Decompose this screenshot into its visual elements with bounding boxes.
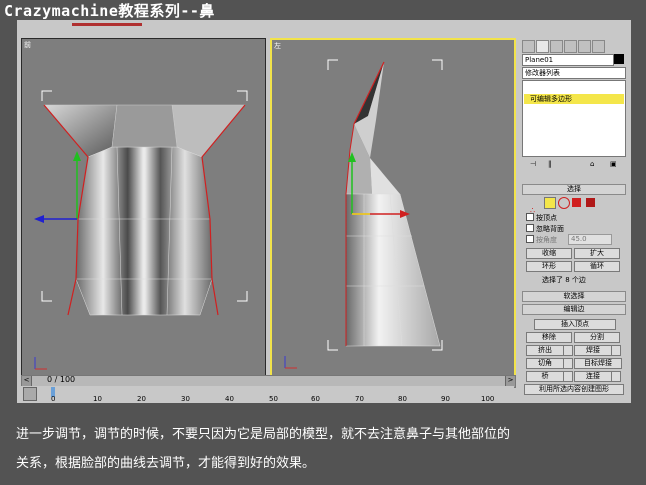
ruler-tick-50: 50 [269, 395, 278, 403]
weld-button[interactable]: 焊接 [574, 345, 612, 356]
show-end-result-icon[interactable]: ‖ [548, 160, 552, 168]
ring-button[interactable]: 环形 [526, 261, 572, 272]
target-weld-button[interactable]: 目标焊接 [574, 358, 622, 369]
timeline-ruler[interactable]: 0 10 20 30 40 50 60 70 80 90 100 [21, 386, 514, 403]
chamfer-settings-button[interactable] [563, 358, 573, 369]
by-vertex-checkbox[interactable] [526, 213, 534, 221]
ruler-tick-10: 10 [93, 395, 102, 403]
front-viewport[interactable]: 前 [21, 38, 266, 377]
motion-tab-icon[interactable] [564, 40, 577, 53]
modifier-stack: 可编辑多边形 [522, 80, 626, 157]
left-nose-mesh [284, 59, 443, 369]
shrink-button[interactable]: 收缩 [526, 248, 572, 259]
caption-line-1: 进一步调节，调节的时候，不要只因为它是局部的模型，就不去注意鼻子与其他部位的 [16, 427, 511, 442]
selection-rollout-header[interactable]: 选择 [522, 184, 626, 195]
modifier-list-dropdown[interactable]: 修改器列表 [522, 67, 626, 79]
ignore-backfacing-checkbox[interactable] [526, 224, 534, 232]
hierarchy-tab-icon[interactable] [550, 40, 563, 53]
vertex-mode-icon[interactable]: ∴ [530, 198, 540, 215]
front-nose-mesh [34, 90, 248, 370]
chamfer-button[interactable]: 切角 [526, 358, 564, 369]
modify-tab-icon[interactable] [536, 40, 549, 53]
strip-marker [72, 23, 142, 26]
ruler-tick-40: 40 [225, 395, 234, 403]
display-tab-icon[interactable] [578, 40, 591, 53]
create-shape-button[interactable]: 利用所选内容创建图形 [524, 384, 624, 395]
ruler-tick-100: 100 [481, 395, 495, 403]
by-angle-label: 按角度 [536, 236, 557, 244]
tutorial-title: Crazymachine教程系列--鼻 [4, 2, 215, 20]
extrude-button[interactable]: 挤出 [526, 345, 564, 356]
insert-vertex-button[interactable]: 插入顶点 [534, 319, 616, 330]
polygon-mode-icon[interactable] [572, 198, 581, 207]
left-viewport[interactable]: 左 [270, 38, 516, 377]
pin-stack-icon[interactable]: ⊣ [530, 160, 536, 168]
bridge-settings-button[interactable] [563, 371, 573, 382]
remove-button[interactable]: 移除 [526, 332, 572, 343]
soft-selection-rollout-header[interactable]: 软选择 [522, 291, 626, 302]
caption-line-2: 关系，根据脸部的曲线去调节，才能得到好的效果。 [16, 456, 316, 471]
connect-button[interactable]: 连接 [574, 371, 612, 382]
command-panel: Plane01 修改器列表 可编辑多边形 ⊣ ‖ ⌂ ▣ 选择 ∴ 按顶点 忽略… [520, 38, 629, 400]
ruler-tick-90: 90 [441, 395, 450, 403]
edge-mode-icon[interactable] [544, 197, 556, 209]
grow-button[interactable]: 扩大 [574, 248, 620, 259]
ignore-backfacing-label: 忽略背面 [536, 225, 564, 233]
ruler-tick-30: 30 [181, 395, 190, 403]
selection-status: 选择了 8 个边 [542, 276, 586, 284]
border-mode-icon[interactable] [558, 197, 570, 209]
ruler-tick-0: 0 [51, 395, 56, 403]
weld-settings-button[interactable] [611, 345, 621, 356]
ruler-tick-70: 70 [355, 395, 364, 403]
angle-spinner[interactable]: 45.0 [568, 234, 612, 245]
key-mode-icon[interactable] [23, 387, 37, 401]
object-color-swatch[interactable] [614, 54, 624, 64]
ruler-tick-60: 60 [311, 395, 320, 403]
frame-counter: 0 / 100 [47, 375, 76, 384]
edit-edges-rollout-header[interactable]: 编辑边 [522, 304, 626, 315]
loop-button[interactable]: 循环 [574, 261, 620, 272]
connect-settings-button[interactable] [611, 371, 621, 382]
configure-sets-icon[interactable]: ▣ [610, 160, 617, 168]
stack-item-editable-poly[interactable]: 可编辑多边形 [524, 94, 624, 104]
3dsmax-window: 前 左 < > 0 / 100 0 10 20 30 40 50 60 70 8… [17, 20, 631, 403]
by-vertex-label: 按顶点 [536, 214, 557, 222]
object-name-field[interactable]: Plane01 [522, 54, 614, 66]
viewport-toolbar-strip [17, 20, 520, 38]
extrude-settings-button[interactable] [563, 345, 573, 356]
bridge-button[interactable]: 桥 [526, 371, 564, 382]
split-button[interactable]: 分割 [574, 332, 620, 343]
utilities-tab-icon[interactable] [592, 40, 605, 53]
ruler-tick-80: 80 [398, 395, 407, 403]
ruler-tick-20: 20 [137, 395, 146, 403]
element-mode-icon[interactable] [586, 198, 595, 207]
remove-modifier-icon[interactable]: ⌂ [590, 160, 594, 168]
by-angle-checkbox[interactable] [526, 235, 534, 243]
create-tab-icon[interactable] [522, 40, 535, 53]
